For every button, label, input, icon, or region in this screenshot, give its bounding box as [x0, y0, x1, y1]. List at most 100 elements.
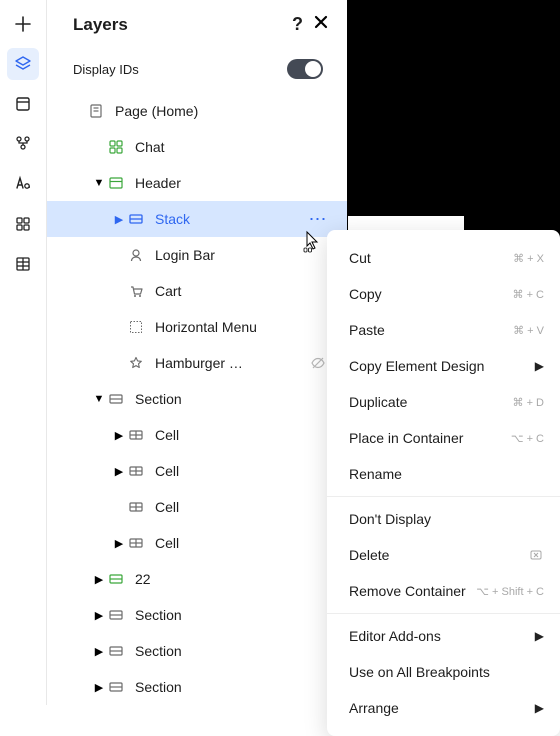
tree-row[interactable]: ▼ Section	[47, 381, 347, 417]
more-icon[interactable]: ⋯	[307, 208, 329, 230]
tree-row-label: Cell	[155, 499, 329, 515]
menu-shortcut: ⌘ + D	[513, 396, 544, 409]
menu-separator	[327, 496, 560, 497]
menu-item[interactable]: Use on All Breakpoints	[327, 654, 560, 690]
tree-row[interactable]: ▶Cell	[47, 417, 347, 453]
tree-row[interactable]: ▶Section	[47, 633, 347, 669]
menu-item[interactable]: Duplicate⌘ + D	[327, 384, 560, 420]
tree-row-label: Page (Home)	[115, 103, 329, 119]
menu-shortcut: ⌘ + V	[513, 324, 544, 337]
layers-icon	[14, 55, 32, 73]
menu-item[interactable]: Place in Container⌥ + C	[327, 420, 560, 456]
submenu-arrow-icon: ▶	[535, 701, 544, 715]
menu-item[interactable]: Arrange▶	[327, 690, 560, 726]
context-menu: Cut⌘ + XCopy⌘ + CPaste⌘ + VCopy Element …	[327, 230, 560, 736]
close-button[interactable]	[313, 14, 329, 35]
tree-row[interactable]: ▶ Stack⋯	[47, 201, 347, 237]
cell-icon	[127, 462, 145, 480]
tree-row-label: Horizontal Menu	[155, 319, 329, 335]
menu-item-label: Use on All Breakpoints	[349, 664, 490, 680]
tree-row[interactable]: ▶ 22	[47, 561, 347, 597]
section-icon	[107, 606, 125, 624]
table-icon	[15, 256, 31, 272]
display-ids-label: Display IDs	[73, 62, 139, 77]
tree-row-label: Section	[135, 607, 329, 623]
menu-item[interactable]: Copy ⌘ + C	[327, 276, 560, 312]
menu-item-label: Don't Display	[349, 511, 431, 527]
tree-row-label: Chat	[135, 139, 329, 155]
tree-row-label: Stack	[155, 211, 307, 227]
layers-panel: Layers ? Display IDs Page (Home) Chat ▼Hea…	[47, 0, 348, 705]
tree-row[interactable]: Page (Home)	[47, 93, 347, 129]
panel-header: Layers ?	[47, 0, 347, 45]
menu-shortcut: ⌥ + Shift + C	[476, 585, 544, 598]
chat-icon	[107, 138, 125, 156]
help-button[interactable]: ?	[292, 14, 303, 35]
star-icon	[127, 354, 145, 372]
menu-item[interactable]: Paste⌘ + V	[327, 312, 560, 348]
table-tool[interactable]	[7, 248, 39, 280]
submenu-arrow-icon: ▶	[535, 359, 544, 373]
tree-row[interactable]: ▶Cell	[47, 525, 347, 561]
menu-item[interactable]: Copy Element Design ▶	[327, 348, 560, 384]
tree-row[interactable]: ▶ Section	[47, 597, 347, 633]
cell-icon	[127, 534, 145, 552]
hidden-icon[interactable]	[307, 352, 329, 374]
menu-item-label: Copy	[349, 286, 382, 302]
caret-right-icon[interactable]: ▶	[111, 537, 127, 550]
master-icon	[14, 135, 32, 153]
font-icon	[14, 175, 32, 193]
plus-icon	[15, 16, 31, 32]
template-tool[interactable]	[7, 88, 39, 120]
menu-shortcut: ⌘ + X	[513, 252, 544, 265]
page-icon	[87, 102, 105, 120]
menu-item[interactable]: Remove Container⌥ + Shift + C	[327, 573, 560, 609]
menu-item[interactable]: Cut ⌘ + X	[327, 240, 560, 276]
tree-row[interactable]: Chat	[47, 129, 347, 165]
caret-down-icon[interactable]: ▼	[91, 393, 107, 405]
display-ids-toggle[interactable]	[287, 59, 323, 79]
add-tool[interactable]	[7, 8, 39, 40]
cell-icon	[127, 498, 145, 516]
menu-shortcut: ⌥ + C	[511, 432, 544, 445]
layers-tool[interactable]	[7, 48, 39, 80]
tree-row[interactable]: Cell	[47, 489, 347, 525]
menu-item[interactable]: Don't Display	[327, 501, 560, 537]
menu-item-label: Editor Add-ons	[349, 628, 441, 644]
tree-row-label: Section	[135, 679, 329, 695]
close-icon	[313, 14, 329, 30]
font-tool[interactable]	[7, 168, 39, 200]
section-icon	[107, 390, 125, 408]
tree-row-label: 22	[135, 571, 329, 587]
menu-item-label: Delete	[349, 547, 389, 563]
menu-item[interactable]: Delete	[327, 537, 560, 573]
caret-right-icon[interactable]: ▶	[111, 465, 127, 478]
caret-right-icon[interactable]: ▶	[91, 609, 107, 622]
display-ids-row: Display IDs	[47, 45, 347, 93]
canvas-highlight-bar	[348, 216, 464, 230]
caret-right-icon[interactable]: ▶	[111, 429, 127, 442]
caret-right-icon[interactable]: ▶	[91, 645, 107, 658]
caret-down-icon[interactable]: ▼	[91, 177, 107, 189]
menu-item[interactable]: Rename	[327, 456, 560, 492]
menu-separator	[327, 613, 560, 614]
menu-item[interactable]: Editor Add-ons ▶	[327, 618, 560, 654]
tree-row-label: Section	[135, 391, 329, 407]
tree-row[interactable]: Horizontal Menu	[47, 309, 347, 345]
apps-tool[interactable]	[7, 208, 39, 240]
caret-right-icon[interactable]: ▶	[111, 213, 127, 226]
tree-row[interactable]: Cart	[47, 273, 347, 309]
tree-row[interactable]: ▶ Section	[47, 669, 347, 705]
tree-row[interactable]: ▼Header	[47, 165, 347, 201]
caret-right-icon[interactable]: ▶	[91, 573, 107, 586]
menu-shortcut: ⌘ + C	[513, 288, 544, 301]
tree-row[interactable]: Hamburger …	[47, 345, 347, 381]
tree-row[interactable]: ▶Cell	[47, 453, 347, 489]
menu-item-label: Copy Element Design	[349, 358, 484, 374]
caret-right-icon[interactable]: ▶	[91, 681, 107, 694]
master-tool[interactable]	[7, 128, 39, 160]
submenu-arrow-icon: ▶	[535, 629, 544, 643]
menu-item-label: Cut	[349, 250, 371, 266]
tree-row[interactable]: Login Bar	[47, 237, 347, 273]
tree-row-label: Hamburger …	[155, 355, 307, 371]
